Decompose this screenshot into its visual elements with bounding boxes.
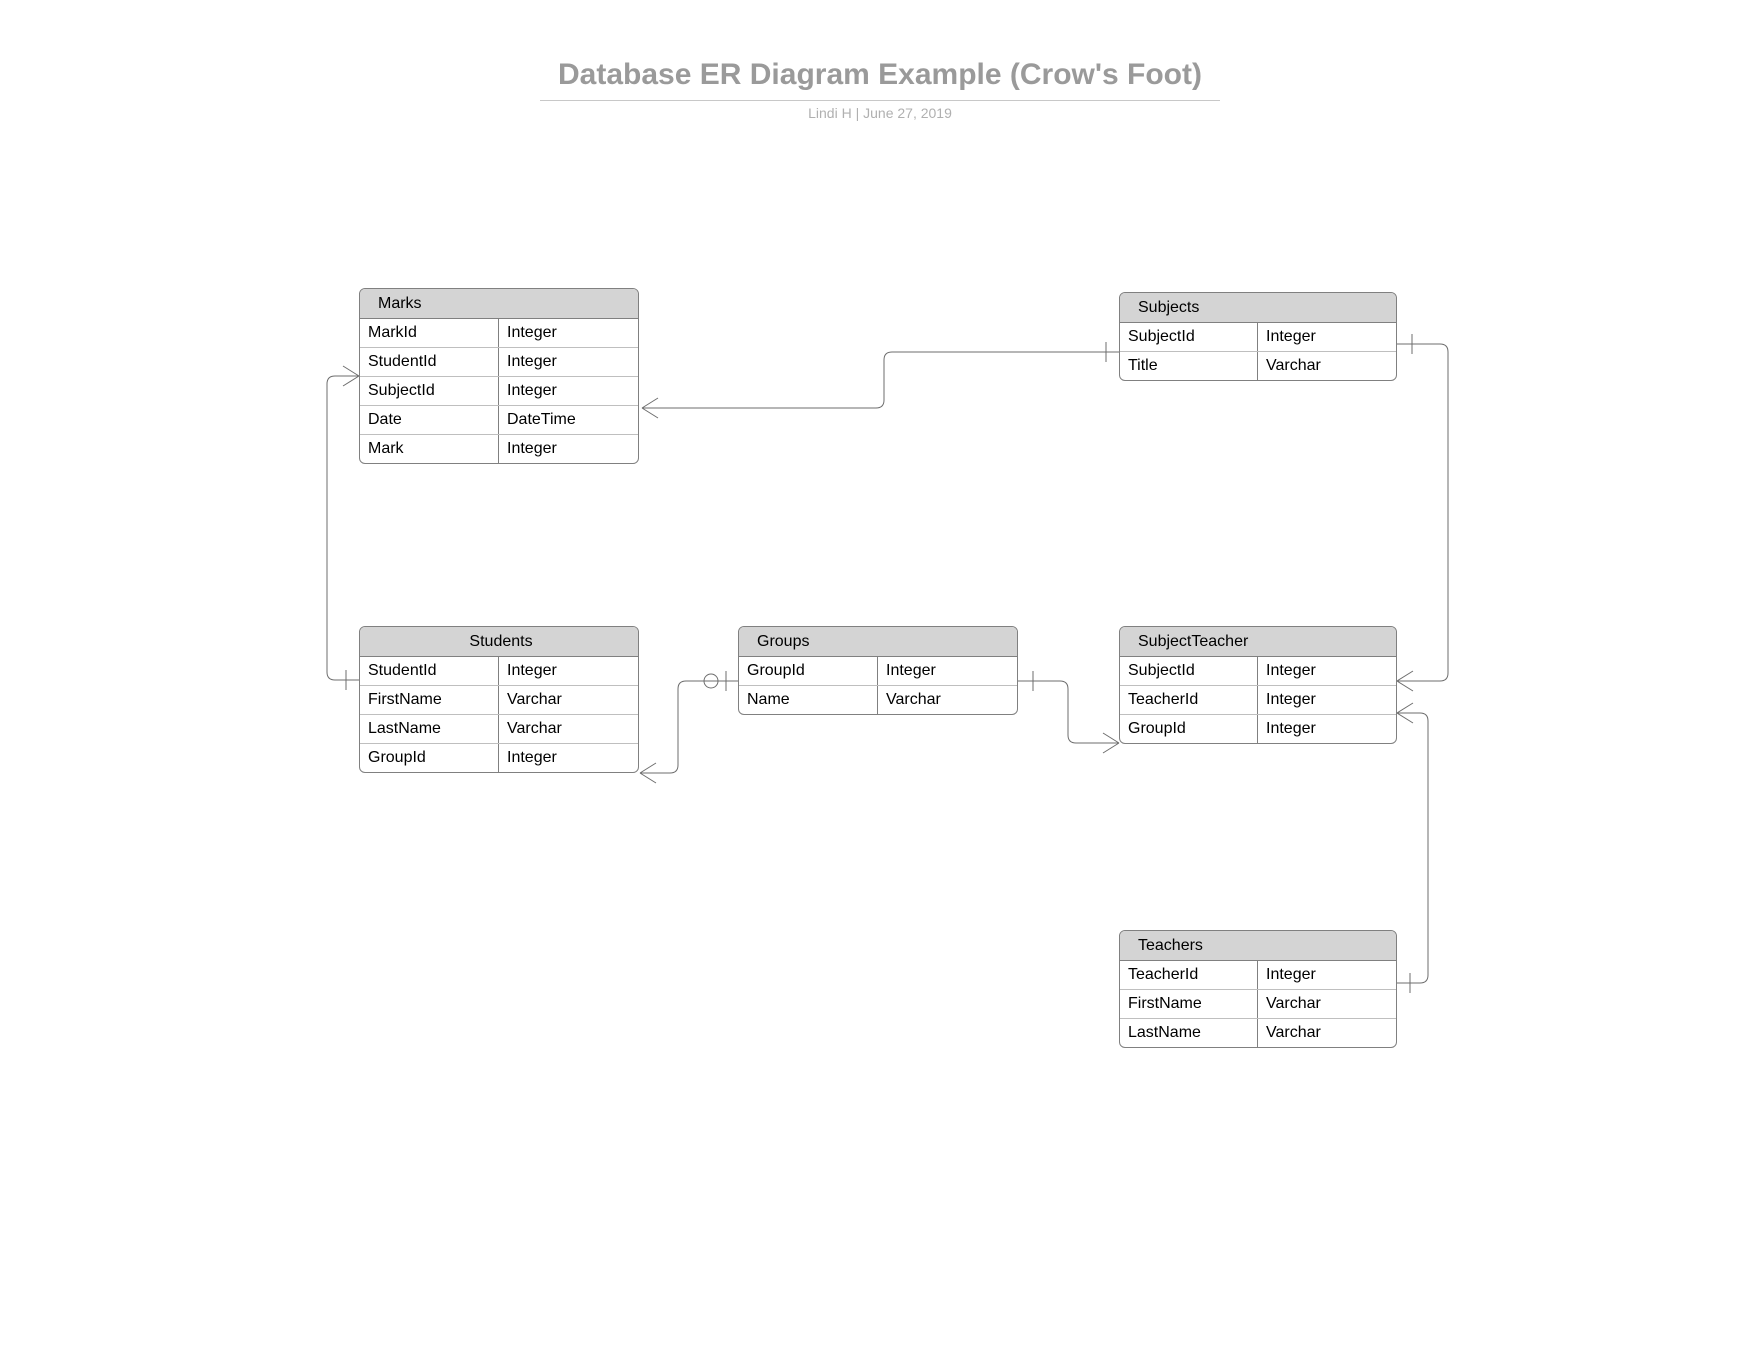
entity-groups: Groups GroupId Integer Name Varchar [738,626,1018,715]
field-row: Name Varchar [739,685,1017,714]
entity-subjectteacher: SubjectTeacher SubjectId Integer Teacher… [1119,626,1397,744]
field-row: FirstName Varchar [1120,989,1396,1018]
field-row: StudentId Integer [360,657,638,685]
field-type: Integer [1258,961,1396,989]
field-type: Integer [499,319,638,347]
field-name: LastName [1120,1019,1258,1047]
field-type: Varchar [499,686,638,714]
entity-subjectteacher-header: SubjectTeacher [1120,627,1396,657]
title-rule [540,100,1220,101]
field-name: Name [739,686,878,714]
field-name: FirstName [1120,990,1258,1018]
field-name: TeacherId [1120,961,1258,989]
field-row: GroupId Integer [739,657,1017,685]
entity-subjects-body: SubjectId Integer Title Varchar [1120,323,1396,380]
field-type: DateTime [499,406,638,434]
field-name: GroupId [1120,715,1258,743]
field-row: MarkId Integer [360,319,638,347]
field-row: GroupId Integer [1120,714,1396,743]
entity-subjects: Subjects SubjectId Integer Title Varchar [1119,292,1397,381]
field-row: Mark Integer [360,434,638,463]
entity-teachers-header: Teachers [1120,931,1396,961]
field-row: TeacherId Integer [1120,685,1396,714]
field-name: Date [360,406,499,434]
field-name: LastName [360,715,499,743]
field-name: Mark [360,435,499,463]
field-type: Varchar [1258,1019,1396,1047]
field-name: GroupId [360,744,499,772]
field-name: StudentId [360,348,499,376]
entity-students: Students StudentId Integer FirstName Var… [359,626,639,773]
field-type: Varchar [1258,352,1396,380]
field-name: SubjectId [360,377,499,405]
entity-marks: Marks MarkId Integer StudentId Integer S… [359,288,639,464]
entity-groups-header: Groups [739,627,1017,657]
field-type: Varchar [878,686,1017,714]
field-row: SubjectId Integer [1120,657,1396,685]
field-type: Integer [1258,715,1396,743]
field-row: SubjectId Integer [360,376,638,405]
field-name: SubjectId [1120,323,1258,351]
field-type: Integer [499,348,638,376]
entity-teachers-body: TeacherId Integer FirstName Varchar Last… [1120,961,1396,1047]
field-name: StudentId [360,657,499,685]
field-row: FirstName Varchar [360,685,638,714]
diagram-page: Database ER Diagram Example (Crow's Foot… [0,0,1760,1360]
field-type: Integer [499,435,638,463]
diagram-header: Database ER Diagram Example (Crow's Foot… [0,58,1760,121]
field-row: GroupId Integer [360,743,638,772]
entity-groups-body: GroupId Integer Name Varchar [739,657,1017,714]
field-type: Varchar [1258,990,1396,1018]
entity-subjects-header: Subjects [1120,293,1396,323]
field-row: LastName Varchar [1120,1018,1396,1047]
field-name: TeacherId [1120,686,1258,714]
field-type: Integer [499,657,638,685]
field-type: Varchar [499,715,638,743]
field-type: Integer [499,744,638,772]
entity-marks-header: Marks [360,289,638,319]
field-name: SubjectId [1120,657,1258,685]
entity-teachers: Teachers TeacherId Integer FirstName Var… [1119,930,1397,1048]
field-row: StudentId Integer [360,347,638,376]
field-name: FirstName [360,686,499,714]
field-row: SubjectId Integer [1120,323,1396,351]
field-type: Integer [1258,323,1396,351]
field-name: Title [1120,352,1258,380]
field-row: Date DateTime [360,405,638,434]
field-name: MarkId [360,319,499,347]
diagram-subtitle: Lindi H | June 27, 2019 [0,105,1760,121]
field-name: GroupId [739,657,878,685]
field-type: Integer [1258,686,1396,714]
entity-students-header: Students [360,627,638,657]
field-type: Integer [878,657,1017,685]
field-type: Integer [1258,657,1396,685]
field-type: Integer [499,377,638,405]
field-row: LastName Varchar [360,714,638,743]
entity-subjectteacher-body: SubjectId Integer TeacherId Integer Grou… [1120,657,1396,743]
entity-marks-body: MarkId Integer StudentId Integer Subject… [360,319,638,463]
diagram-title: Database ER Diagram Example (Crow's Foot… [0,58,1760,96]
field-row: Title Varchar [1120,351,1396,380]
entity-students-body: StudentId Integer FirstName Varchar Last… [360,657,638,772]
field-row: TeacherId Integer [1120,961,1396,989]
